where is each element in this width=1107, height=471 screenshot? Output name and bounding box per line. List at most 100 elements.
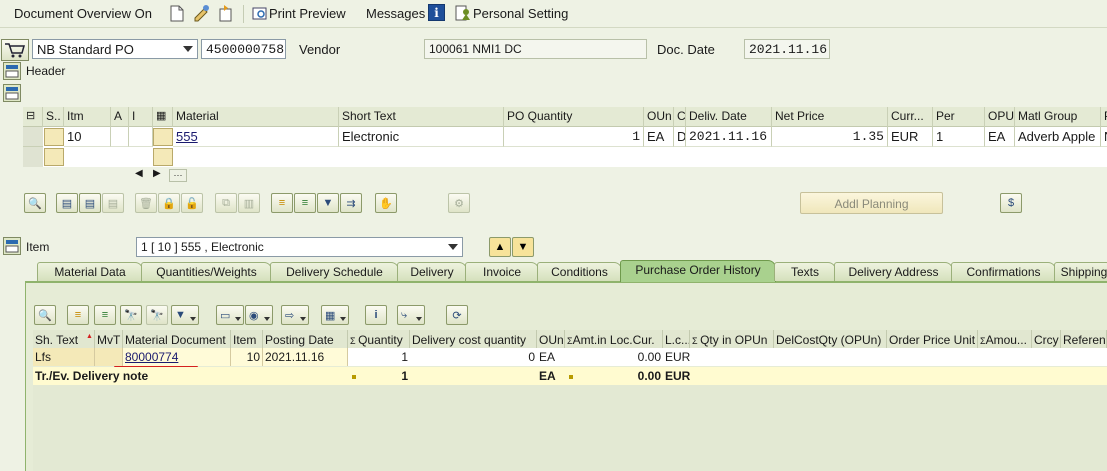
item-category-cell[interactable]: [129, 127, 153, 147]
column-header[interactable]: Referen: [1061, 330, 1107, 350]
scroll-more-icon[interactable]: ···: [169, 169, 187, 182]
column-header[interactable]: Posting Date: [263, 330, 348, 350]
tab-shipping[interactable]: Shipping: [1054, 262, 1107, 281]
order-unit-cell[interactable]: EA: [644, 127, 674, 147]
column-header[interactable]: Σ Quantity: [348, 330, 410, 350]
previous-item-button[interactable]: ▲: [489, 237, 511, 257]
material-f4-cell-empty[interactable]: [153, 148, 173, 166]
grid-config-icon[interactable]: ⊟: [23, 107, 43, 127]
messages-button[interactable]: Messages: [366, 6, 425, 21]
item-number-cell[interactable]: 10: [64, 127, 111, 147]
shopping-cart-icon[interactable]: [1, 39, 29, 61]
selections-menu-icon[interactable]: ⤷: [397, 305, 425, 325]
refresh-icon[interactable]: ⟳: [446, 305, 468, 325]
tab-conditions[interactable]: Conditions: [537, 262, 622, 281]
column-header[interactable]: C: [674, 107, 686, 127]
column-header[interactable]: ΣAmou...: [978, 330, 1032, 350]
next-item-button[interactable]: ▼: [512, 237, 534, 257]
export-menu-icon[interactable]: ⇨: [281, 305, 309, 325]
tab-material-data[interactable]: Material Data: [37, 262, 143, 281]
column-header[interactable]: A: [111, 107, 129, 127]
column-header[interactable]: L.c...: [663, 330, 690, 350]
scroll-right-icon[interactable]: ▶: [153, 168, 161, 179]
column-header[interactable]: ΣAmt.in Loc.Cur.: [565, 330, 663, 350]
column-header[interactable]: OPU: [985, 107, 1015, 127]
personal-setting-button[interactable]: Personal Setting: [473, 6, 568, 21]
personal-setting-icon[interactable]: [455, 4, 471, 22]
tab-confirmations[interactable]: Confirmations: [951, 262, 1056, 281]
find-next-icon[interactable]: 🔭: [146, 305, 168, 325]
column-header[interactable]: MvT: [95, 330, 123, 350]
horizontal-scrollbar[interactable]: ◀ ▶ ···: [23, 167, 1107, 185]
short-text-cell[interactable]: Lfs: [33, 348, 95, 366]
tab-invoice[interactable]: Invoice: [465, 262, 539, 281]
tab-purchase-order-history[interactable]: Purchase Order History: [620, 260, 776, 282]
movement-type-cell[interactable]: [95, 348, 123, 366]
row-selector[interactable]: [23, 127, 43, 147]
column-header[interactable]: Material Document: [123, 330, 231, 350]
status-cell[interactable]: [44, 128, 64, 146]
addl-planning-button[interactable]: Addl Planning: [800, 192, 943, 214]
create-document-icon[interactable]: [169, 4, 185, 22]
column-header[interactable]: Item: [231, 330, 263, 350]
delete-icon[interactable]: 🗑: [135, 193, 157, 213]
po-number-field[interactable]: 4500000758: [201, 39, 286, 59]
account-assignment-cell[interactable]: [111, 127, 129, 147]
chevron-down-icon[interactable]: [448, 244, 458, 250]
column-header[interactable]: DelCostQty (OPUn): [774, 330, 887, 350]
column-header[interactable]: OUn: [644, 107, 674, 127]
column-header[interactable]: Matl Group: [1015, 107, 1101, 127]
default-values-icon[interactable]: ⇉: [340, 193, 362, 213]
column-header[interactable]: Crcy: [1032, 330, 1061, 350]
item-select[interactable]: 1 [ 10 ] 555 , Electronic: [136, 237, 463, 257]
column-header[interactable]: PO Quantity: [504, 107, 644, 127]
copy-icon[interactable]: ⧉: [215, 193, 237, 213]
document-type-select[interactable]: NB Standard PO: [32, 39, 198, 59]
column-header[interactable]: Curr...: [888, 107, 933, 127]
split-icon[interactable]: ▥: [238, 193, 260, 213]
layout-menu-icon[interactable]: ▦: [321, 305, 349, 325]
material-cell[interactable]: 555: [173, 127, 339, 147]
copy-item-icon[interactable]: ▤: [79, 193, 101, 213]
price-unit-cell[interactable]: 1: [933, 127, 985, 147]
tab-delivery-address[interactable]: Delivery Address: [834, 262, 953, 281]
sort-descending-icon[interactable]: ≡: [94, 305, 116, 325]
delivery-date-cell[interactable]: 2021.11.16: [686, 127, 772, 147]
row-selector[interactable]: [23, 147, 43, 167]
column-header[interactable]: Per: [933, 107, 985, 127]
sort-icon[interactable]: ≡: [271, 193, 293, 213]
column-header[interactable]: Short Text: [339, 107, 504, 127]
details-icon[interactable]: 🔍: [34, 305, 56, 325]
column-header[interactable]: Deliv. Date: [686, 107, 772, 127]
tab-delivery[interactable]: Delivery: [397, 262, 467, 281]
info-icon[interactable]: i: [428, 4, 445, 21]
po-quantity-cell[interactable]: 1: [504, 127, 644, 147]
paste-item-icon[interactable]: ▤: [102, 193, 124, 213]
column-header[interactable]: I: [129, 107, 153, 127]
configuration-icon[interactable]: ⚙: [448, 193, 470, 213]
date-category-cell[interactable]: D: [674, 127, 686, 147]
lock-icon[interactable]: 🔒: [158, 193, 180, 213]
document-overview-button[interactable]: Document Overview On: [14, 6, 152, 21]
chevron-down-icon[interactable]: [183, 46, 193, 52]
find-icon[interactable]: 🔭: [120, 305, 142, 325]
currency-cell[interactable]: EUR: [888, 127, 933, 147]
info-icon[interactable]: i: [365, 305, 387, 325]
scroll-left-icon[interactable]: ◀: [135, 168, 143, 179]
tab-delivery-schedule[interactable]: Delivery Schedule: [270, 262, 399, 281]
expand-items-icon[interactable]: [3, 84, 21, 102]
column-header[interactable]: Σ Qty in OPUn: [690, 330, 774, 350]
change-display-icon[interactable]: [193, 4, 211, 22]
plant-cell[interactable]: N: [1101, 127, 1107, 147]
vendor-field[interactable]: 100061 NMI1 DC: [424, 39, 647, 59]
services-icon[interactable]: ✋: [375, 193, 397, 213]
column-header[interactable]: Material: [173, 107, 339, 127]
view-menu-icon[interactable]: ◉: [245, 305, 273, 325]
print-preview-icon[interactable]: [252, 5, 268, 21]
item-details-icon[interactable]: 🔍: [24, 193, 46, 213]
sort-ascending-icon[interactable]: ≡: [67, 305, 89, 325]
print-menu-icon[interactable]: ▭: [216, 305, 244, 325]
filter-icon[interactable]: ▼: [317, 193, 339, 213]
collapse-item-icon[interactable]: [3, 237, 21, 255]
column-header[interactable]: Delivery cost quantity: [410, 330, 537, 350]
